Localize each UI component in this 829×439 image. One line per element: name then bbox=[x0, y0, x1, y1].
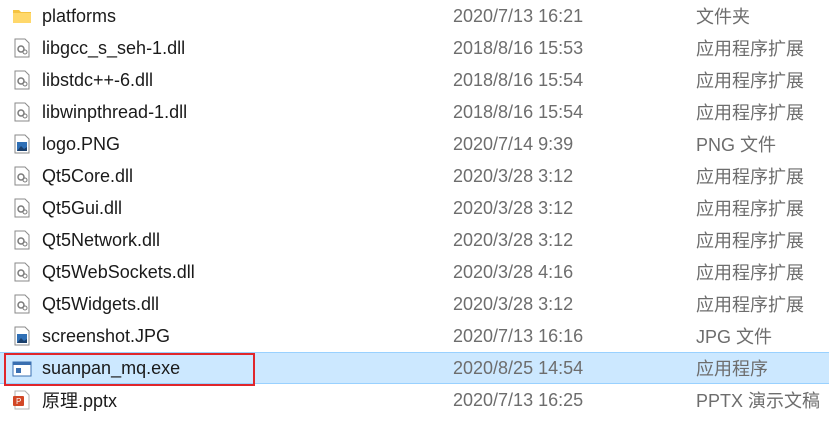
folder-icon bbox=[12, 6, 32, 26]
file-type: JPG 文件 bbox=[696, 327, 773, 347]
dll-icon bbox=[12, 262, 32, 282]
file-date: 2020/3/28 4:16 bbox=[453, 261, 574, 282]
dll-icon bbox=[12, 198, 32, 218]
dll-icon bbox=[12, 102, 32, 122]
file-name: Qt5WebSockets.dll bbox=[42, 261, 195, 282]
file-name: suanpan_mq.exe bbox=[42, 357, 181, 378]
dll-icon bbox=[12, 38, 32, 58]
image-icon bbox=[12, 134, 32, 154]
file-row[interactable]: Qt5Network.dll 2020/3/28 3:12 应用程序扩展 bbox=[0, 224, 829, 256]
dll-icon bbox=[12, 230, 32, 250]
file-list: platforms 2020/7/13 16:21 文件夹 libgcc_s_s… bbox=[0, 0, 829, 439]
image-icon bbox=[12, 326, 32, 346]
exe-icon bbox=[12, 359, 32, 379]
file-date: 2020/3/28 3:12 bbox=[453, 293, 574, 314]
file-type: 应用程序扩展 bbox=[696, 199, 804, 219]
file-type: PPTX 演示文稿 bbox=[696, 391, 821, 411]
file-row-selected[interactable]: suanpan_mq.exe 2020/8/25 14:54 应用程序 bbox=[0, 352, 829, 384]
file-row[interactable]: Qt5Gui.dll 2020/3/28 3:12 应用程序扩展 bbox=[0, 192, 829, 224]
file-type: 应用程序扩展 bbox=[696, 103, 804, 123]
file-date: 2020/7/13 16:21 bbox=[453, 5, 584, 26]
dll-icon bbox=[12, 294, 32, 314]
file-name: Qt5Core.dll bbox=[42, 165, 134, 186]
file-name: 原理.pptx bbox=[42, 391, 118, 411]
file-type: 应用程序扩展 bbox=[696, 231, 804, 251]
file-type: 应用程序扩展 bbox=[696, 263, 804, 283]
file-date: 2020/7/13 16:25 bbox=[453, 389, 584, 410]
file-name: libwinpthread-1.dll bbox=[42, 101, 188, 122]
pptx-icon: P bbox=[12, 390, 32, 410]
file-type: 应用程序 bbox=[696, 359, 768, 379]
file-date: 2020/3/28 3:12 bbox=[453, 229, 574, 250]
file-row[interactable]: Qt5WebSockets.dll 2020/3/28 4:16 应用程序扩展 bbox=[0, 256, 829, 288]
file-type: 应用程序扩展 bbox=[696, 39, 804, 59]
file-date: 2018/8/16 15:54 bbox=[453, 101, 584, 122]
svg-text:P: P bbox=[16, 397, 21, 406]
file-row[interactable]: platforms 2020/7/13 16:21 文件夹 bbox=[0, 0, 829, 32]
dll-icon bbox=[12, 70, 32, 90]
file-name: Qt5Network.dll bbox=[42, 229, 161, 250]
file-name: screenshot.JPG bbox=[42, 325, 171, 346]
file-date: 2018/8/16 15:53 bbox=[453, 37, 584, 58]
file-name: logo.PNG bbox=[42, 133, 121, 154]
file-date: 2020/3/28 3:12 bbox=[453, 197, 574, 218]
file-date: 2020/7/13 16:16 bbox=[453, 325, 584, 346]
file-date: 2020/8/25 14:54 bbox=[453, 357, 584, 378]
file-type: 应用程序扩展 bbox=[696, 167, 804, 187]
file-date: 2020/3/28 3:12 bbox=[453, 165, 574, 186]
file-row[interactable]: libwinpthread-1.dll 2018/8/16 15:54 应用程序… bbox=[0, 96, 829, 128]
file-name: platforms bbox=[42, 5, 117, 26]
file-row[interactable]: Qt5Widgets.dll 2020/3/28 3:12 应用程序扩展 bbox=[0, 288, 829, 320]
file-row[interactable]: libstdc++-6.dll 2018/8/16 15:54 应用程序扩展 bbox=[0, 64, 829, 96]
file-date: 2018/8/16 15:54 bbox=[453, 69, 584, 90]
file-type: 应用程序扩展 bbox=[696, 295, 804, 315]
file-row[interactable]: screenshot.JPG 2020/7/13 16:16 JPG 文件 bbox=[0, 320, 829, 352]
file-name: libgcc_s_seh-1.dll bbox=[42, 37, 186, 58]
file-type: 应用程序扩展 bbox=[696, 71, 804, 91]
file-type: 文件夹 bbox=[696, 7, 750, 27]
file-row[interactable]: P 原理.pptx 2020/7/13 16:25 PPTX 演示文稿 bbox=[0, 384, 829, 416]
file-name: Qt5Widgets.dll bbox=[42, 293, 160, 314]
file-row[interactable]: logo.PNG 2020/7/14 9:39 PNG 文件 bbox=[0, 128, 829, 160]
file-type: PNG 文件 bbox=[696, 135, 777, 155]
file-date: 2020/7/14 9:39 bbox=[453, 133, 574, 154]
file-name: Qt5Gui.dll bbox=[42, 197, 123, 218]
file-name: libstdc++-6.dll bbox=[42, 69, 154, 90]
file-row[interactable]: Qt5Core.dll 2020/3/28 3:12 应用程序扩展 bbox=[0, 160, 829, 192]
file-row[interactable]: libgcc_s_seh-1.dll 2018/8/16 15:53 应用程序扩… bbox=[0, 32, 829, 64]
dll-icon bbox=[12, 166, 32, 186]
